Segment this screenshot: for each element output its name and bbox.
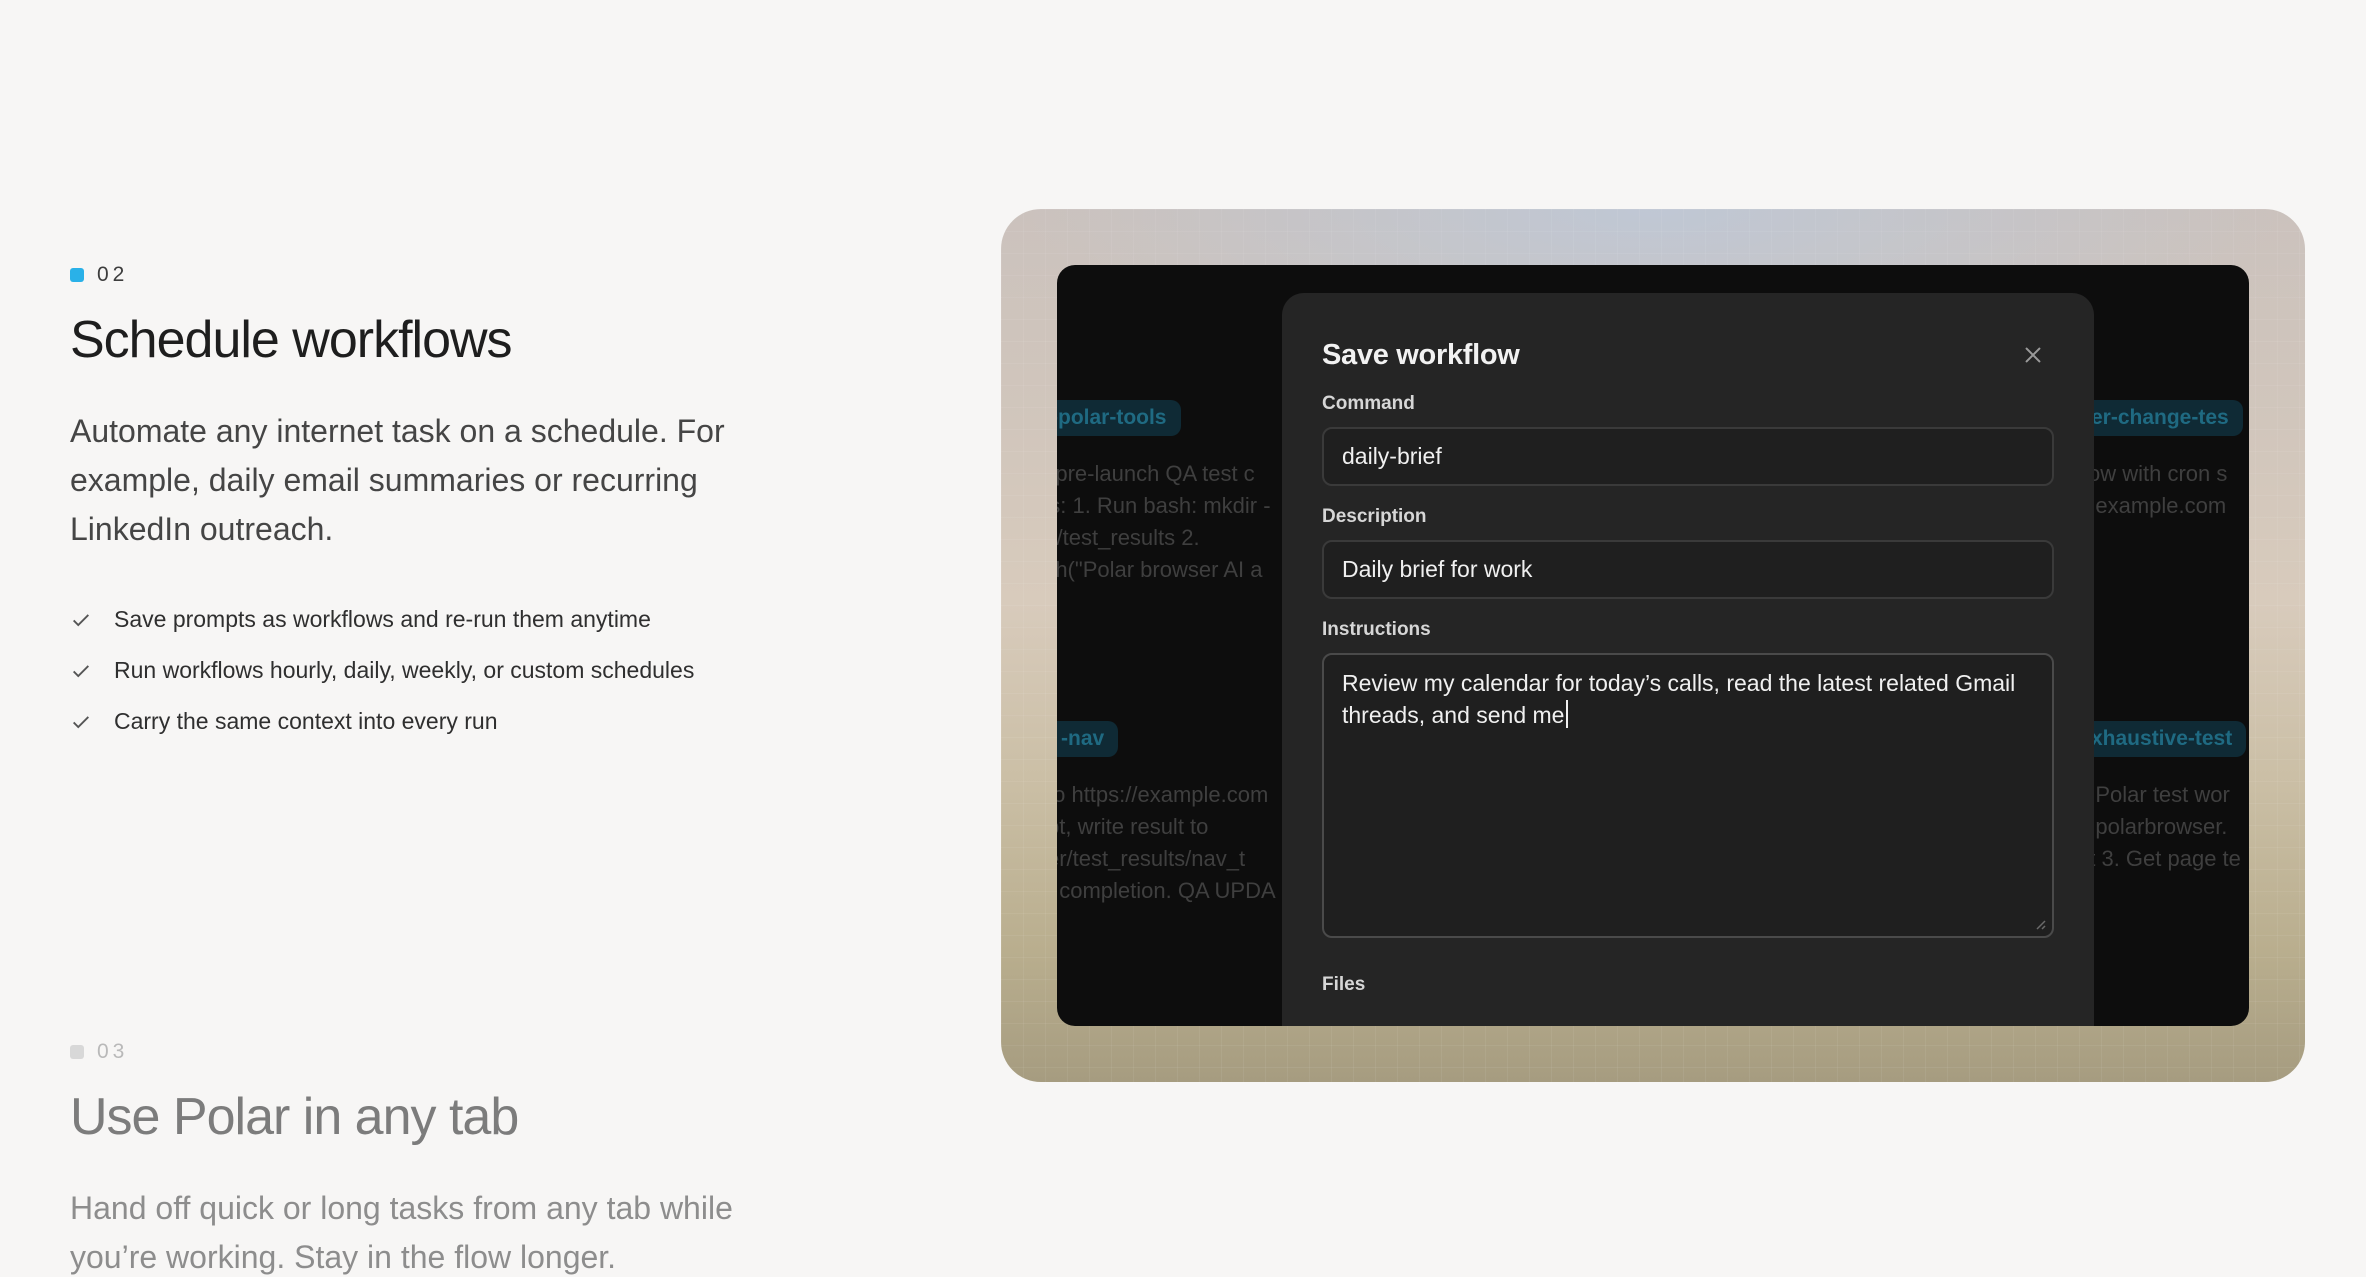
description-label: Description [1322,506,1427,527]
workflow-chip: -nav [1057,721,1119,757]
workflow-line: t completion. QA UPDA [1057,878,1276,903]
section-title: Schedule workflows [70,311,513,369]
background-workflow-card: -nav to https://example.com pt, write re… [1057,721,1276,907]
workflow-chip: er-change-tes [2077,400,2243,436]
files-label: Files [1322,974,1366,995]
save-workflow-dialog: Save workflow Command Description Instru… [1282,293,2094,1026]
command-input[interactable] [1322,427,2054,486]
preview-card: -polar-tools e pre-launch QA test c ps: … [1001,209,2305,1082]
command-label: Command [1322,393,1415,414]
background-workflow-card: xhaustive-test e Polar test wor o polarb… [2077,721,2247,875]
section-indicator-dot [70,1045,84,1059]
workflow-line: to https://example.com [1057,782,1269,807]
feature-section-schedule: 02 Schedule workflows Automate any inter… [70,262,830,747]
feature-bullet-text: Run workflows hourly, daily, weekly, or … [114,657,695,684]
section-description: Hand off quick or long tasks from any ta… [70,1190,733,1276]
feature-bullet: Carry the same context into every run [70,696,830,747]
close-icon[interactable] [2022,344,2044,366]
section-number: 03 [97,1040,129,1063]
section-indicator-dot [70,268,84,282]
dialog-header: Save workflow [1322,335,2054,375]
workflow-line: rch("Polar browser AI a [1057,557,1263,582]
background-workflow-card: -polar-tools e pre-launch QA test c ps: … [1057,400,1271,586]
section-title: Use Polar in any tab [70,1088,519,1146]
check-icon [73,715,89,729]
resize-handle-icon[interactable] [2032,916,2046,930]
feature-bullet-text: Carry the same context into every run [114,708,498,735]
workflow-line: o example.com [2077,493,2227,518]
workflow-chip: -polar-tools [1057,400,1181,436]
workflow-line: e pre-launch QA test c [1057,461,1255,486]
instructions-label: Instructions [1322,619,1431,640]
workflow-chip: xhaustive-test [2077,721,2247,757]
feature-section-any-tab[interactable]: 03 Use Polar in any tab Hand off quick o… [70,1039,830,1277]
section-number-row: 03 [70,1039,830,1065]
workflow-line: o polarbrowser. [2077,814,2228,839]
workflow-line: ps: 1. Run bash: mkdir - [1057,493,1271,518]
feature-bullet: Run workflows hourly, daily, weekly, or … [70,645,830,696]
check-icon [73,613,89,627]
feature-bullet-text: Save prompts as workflows and re-run the… [114,606,651,633]
workflow-line: e Polar test wor [2077,782,2230,807]
page: 02 Schedule workflows Automate any inter… [0,0,2366,1277]
dialog-title: Save workflow [1322,338,1520,371]
workflow-line: pt, write result to [1057,814,1209,839]
feature-bullet: Save prompts as workflows and re-run the… [70,594,830,645]
text-caret [1566,700,1569,728]
workflow-line: er/test_results/nav_t [1057,846,1246,871]
feature-bullet-list: Save prompts as workflows and re-run the… [70,594,830,747]
check-icon [73,664,89,678]
section-number-row: 02 [70,262,830,288]
workflow-line: flow with cron s [2077,461,2228,486]
instructions-textarea[interactable]: Review my calendar for today’s calls, re… [1322,653,2054,938]
app-screenshot: -polar-tools e pre-launch QA test c ps: … [1057,265,2249,1026]
background-workflow-card: er-change-tes flow with cron s o example… [2077,400,2243,554]
workflow-line: er/test_results 2. [1057,525,1200,550]
instructions-text: Review my calendar for today’s calls, re… [1342,670,2016,728]
section-number: 02 [97,263,129,286]
section-description: Automate any internet task on a schedule… [70,413,725,548]
description-input[interactable] [1322,540,2054,599]
workflow-line: pt 3. Get page te [2077,846,2241,871]
